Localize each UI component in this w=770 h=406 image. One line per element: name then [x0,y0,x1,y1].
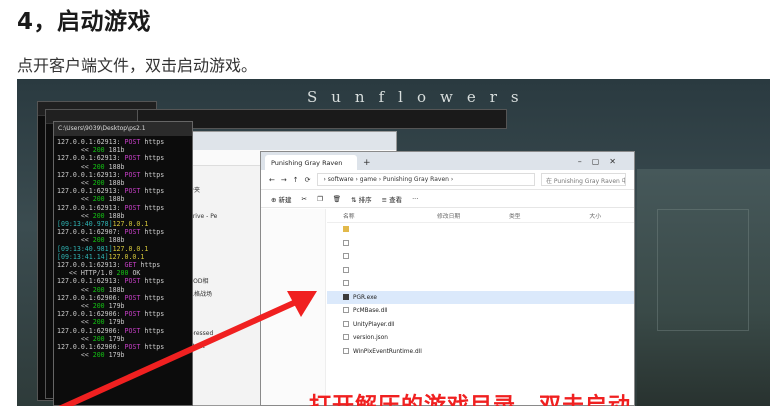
section-heading: 4，启动游戏 [17,9,152,35]
red-arrow-annotation [58,291,317,406]
section-description: 点开客户端文件，双击启动游戏。 [17,56,258,75]
annotation-caption: 打开解压的游戏目录，双击启动 [309,388,631,406]
screenshot-image: Sunflowers ps2.1 主文件夹图库OneDrive - Pe桌面xi… [17,79,770,406]
